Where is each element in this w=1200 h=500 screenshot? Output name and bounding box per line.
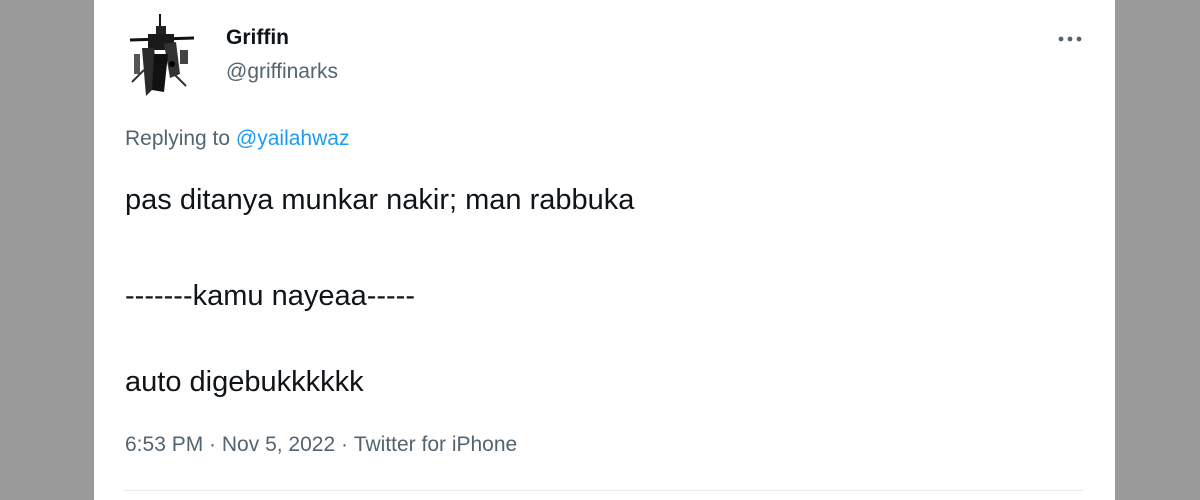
tweet-text-line: auto digebukkkkkk	[125, 366, 364, 398]
divider	[124, 490, 1083, 491]
more-options-icon	[1058, 36, 1082, 42]
avatar[interactable]	[124, 14, 200, 98]
tweet-date-link[interactable]: Nov 5, 2022	[222, 433, 335, 457]
tweet-text-line: -------kamu nayeaa-----	[125, 280, 415, 312]
mention-link[interactable]: @yailahwaz	[236, 127, 350, 150]
tweet-text-line: pas ditanya munkar nakir; man rabbuka	[125, 184, 635, 216]
replying-to: Replying to @yailahwaz	[125, 127, 349, 151]
user-handle[interactable]: @griffinarks	[226, 60, 338, 84]
more-options-button[interactable]	[1050, 24, 1090, 54]
tweet-meta: 6:53 PM · Nov 5, 2022 · Twitter for iPho…	[125, 433, 517, 457]
tweet-time-link[interactable]: 6:53 PM	[125, 433, 203, 457]
meta-separator: ·	[203, 433, 222, 456]
tweet-source: Twitter for iPhone	[353, 433, 518, 456]
avatar-image	[124, 14, 200, 98]
meta-separator: ·	[335, 433, 354, 456]
replying-to-label: Replying to	[125, 127, 236, 150]
display-name[interactable]: Griffin	[226, 26, 289, 50]
